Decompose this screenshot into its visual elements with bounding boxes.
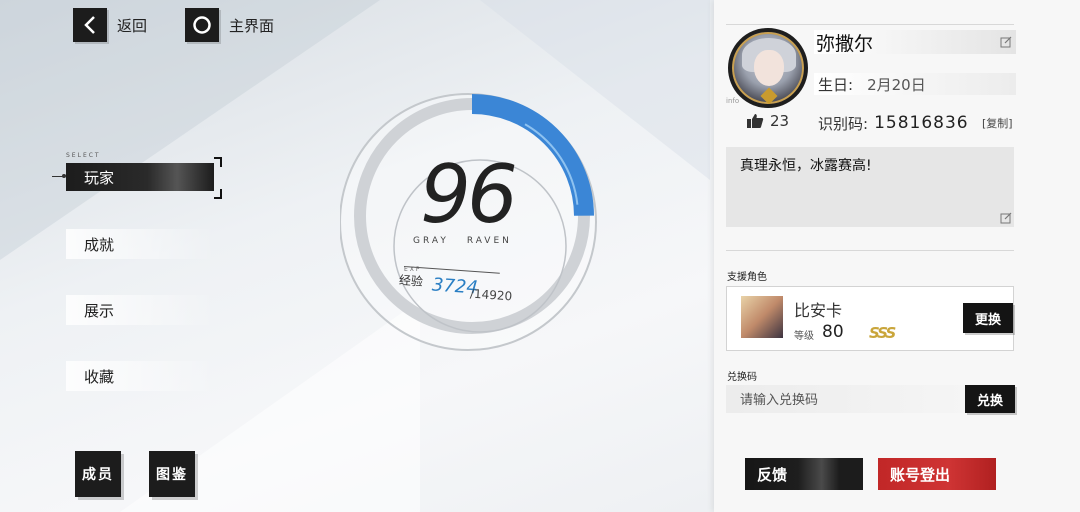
team-word: RAVEN (466, 236, 512, 246)
home-label: 主界面 (229, 16, 275, 35)
edit-name-icon[interactable] (1000, 36, 1012, 48)
menu-item-showcase[interactable]: 展示 (66, 295, 216, 325)
home-circle-icon (185, 8, 219, 42)
avatar-face (754, 50, 784, 86)
selection-bracket (214, 157, 222, 167)
codex-button[interactable]: 图鉴 (149, 451, 195, 497)
support-section-label: 支援角色 (727, 272, 767, 283)
menu-item-achievements[interactable]: 成就 (66, 229, 216, 259)
copy-uid-button[interactable]: [复制] (982, 115, 1013, 131)
likes-counter[interactable]: 23 (746, 112, 789, 130)
redeem-section-label: 兑换码 (727, 372, 757, 383)
menu-item-collection[interactable]: 收藏 (66, 361, 216, 391)
back-button[interactable]: 返回 (73, 8, 147, 42)
player-avatar[interactable] (728, 28, 808, 108)
support-character-name: 比安卡 (794, 301, 843, 320)
logout-button[interactable]: 账号登出 (878, 458, 996, 490)
support-rank-badge: SSS (869, 324, 896, 342)
home-button[interactable]: 主界面 (185, 8, 274, 42)
redeem-code-input[interactable] (726, 385, 966, 413)
exp-label: 经验 (398, 273, 424, 289)
feedback-button[interactable]: 反馈 (745, 458, 863, 490)
exp-max: /14920 (469, 286, 513, 304)
signature-text: 真理永恒，冰露赛高! (740, 158, 872, 174)
birthday-row: 生日: 2月20日 (814, 73, 1016, 95)
uid-value: 15816836 (874, 113, 969, 133)
support-level: 80 (822, 322, 844, 342)
birthday-key: 生日: (818, 75, 854, 94)
chevron-left-icon (73, 8, 107, 42)
avatar-emblem (760, 87, 778, 104)
back-label: 返回 (117, 16, 148, 35)
team-name: GRAY RAVEN (413, 236, 512, 246)
change-support-button[interactable]: 更换 (963, 303, 1013, 333)
player-level: 96 (420, 148, 518, 241)
info-tag: info (726, 97, 740, 105)
likes-count: 23 (770, 112, 790, 130)
support-character-avatar (741, 296, 783, 338)
team-word: GRAY (413, 236, 449, 246)
uid-key: 识别码: (818, 114, 869, 133)
divider (726, 24, 1014, 25)
birthday-value: 2月20日 (867, 75, 926, 94)
members-button[interactable]: 成员 (75, 451, 121, 497)
player-name: 弥撒尔 (816, 32, 874, 55)
uid-row: 识别码: 15816836 (814, 112, 969, 134)
edit-signature-icon[interactable] (1000, 212, 1012, 224)
select-tag: SELECT (66, 152, 101, 159)
signature-box[interactable]: 真理永恒，冰露赛高! (726, 147, 1014, 227)
selection-bracket (214, 189, 222, 199)
thumbs-up-icon (747, 114, 764, 128)
selection-pointer (52, 174, 66, 178)
player-name-field[interactable]: 弥撒尔 (814, 30, 1016, 55)
menu-item-player[interactable]: 玩家 (66, 163, 214, 191)
support-level-key: 等级 (794, 331, 814, 342)
divider (726, 250, 1014, 251)
redeem-button[interactable]: 兑换 (965, 385, 1015, 413)
